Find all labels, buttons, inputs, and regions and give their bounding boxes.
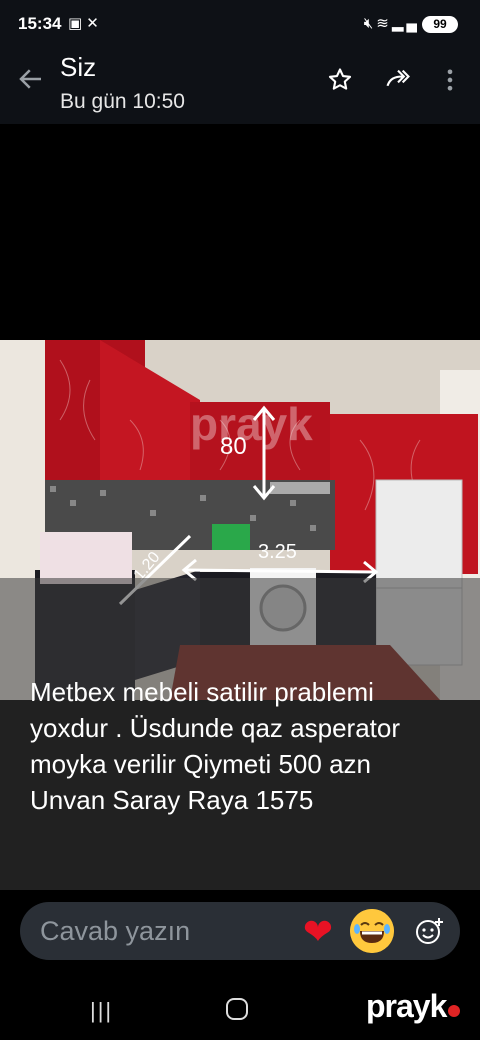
post-caption: Metbex mebeli satilir prablemi yoxdur . … [30,677,400,815]
forward-icon[interactable] [384,66,412,94]
heart-emoji-icon[interactable]: ❤ [296,910,340,954]
post-timestamp: Bu gün 10:50 [60,90,185,113]
back-arrow-icon[interactable] [16,64,46,94]
system-nav-bar: ||| prayk [0,980,480,1040]
status-time: 15:34 [18,14,62,33]
sender-name: Siz [60,52,97,82]
recent-apps-icon[interactable]: ||| [90,998,113,1024]
battery-indicator: 99 [422,16,458,33]
laughing-emoji-icon[interactable] [350,909,394,953]
reply-input[interactable] [40,902,280,960]
measurement-width: 3.25 [258,541,297,563]
add-emoji-icon[interactable] [414,916,444,946]
mute-icon: 🔇︎ [363,15,377,32]
wifi-icon: ≋ [376,15,392,32]
status-bar: 15:34 ▣✕ 🔇︎≋▂▄ 99 [0,0,480,48]
home-icon[interactable] [226,998,248,1020]
notification-icons: ▣✕ [68,14,103,32]
screenshot-icon: ▣ [68,15,87,32]
brand-dot-icon [448,1005,461,1017]
missed-call-icon: ✕ [86,15,103,32]
star-icon[interactable] [326,66,354,94]
watermark: prayk [190,398,313,450]
signal-icon: ▂▄ [391,15,420,32]
system-icons: 🔇︎≋▂▄ [364,14,420,32]
brand-logo: prayk [366,988,461,1025]
reply-bar: ❤ [20,902,460,960]
story-header: Siz Bu gün 10:50 [0,48,480,124]
more-icon[interactable] [440,66,460,94]
